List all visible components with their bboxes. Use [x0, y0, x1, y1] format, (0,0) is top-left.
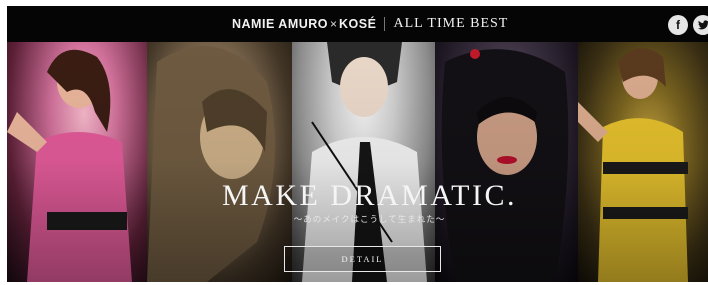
- partner-name: KOSÉ: [339, 17, 377, 31]
- hero-headline: MAKE DRAMATIC.: [221, 179, 517, 212]
- brand-name: NAMIE AMURO: [232, 17, 329, 31]
- brand-subtitle: ALL TIME BEST: [393, 16, 509, 31]
- twitter-bird-icon: [697, 20, 708, 30]
- performer-photo-4: [441, 49, 569, 282]
- brand-cross: ×: [330, 17, 338, 31]
- facebook-icon[interactable]: f: [668, 15, 688, 35]
- hero-subline: ～あのメイクはこうして生まれた～: [293, 215, 446, 225]
- brand-divider: [384, 17, 386, 31]
- photo-panel-4: [435, 42, 578, 282]
- twitter-icon[interactable]: [693, 15, 708, 35]
- performer-photo-2: [147, 46, 275, 282]
- hero-banner: NAMIE AMURO × KOSÉ ALL TIME BEST f MAKE …: [7, 6, 708, 282]
- performer-photo-1: [7, 49, 132, 282]
- site-logo[interactable]: NAMIE AMURO × KOSÉ ALL TIME BEST: [232, 15, 508, 33]
- photo-panel-1: [7, 42, 147, 282]
- photo-panel-2: [147, 42, 292, 282]
- photo-panel-5: [578, 42, 708, 282]
- top-bar: NAMIE AMURO × KOSÉ ALL TIME BEST f: [7, 6, 708, 42]
- detail-button[interactable]: DETAIL: [284, 246, 441, 272]
- performer-photo-5: [578, 48, 688, 282]
